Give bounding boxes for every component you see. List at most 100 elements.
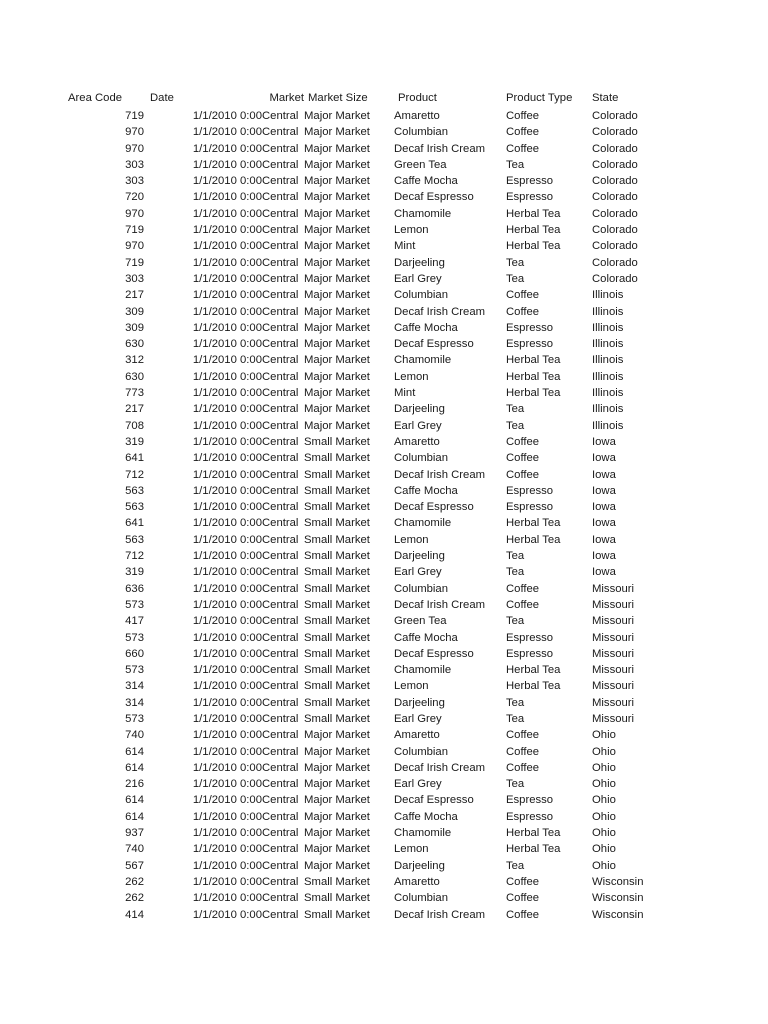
cell-date: 1/1/2010 0:00 (192, 598, 262, 611)
cell-market: Central (262, 501, 299, 514)
cell-product: Columbian (394, 126, 449, 139)
cell-state: Colorado (592, 142, 638, 155)
cell-area-code: 740 (125, 729, 144, 742)
cell-product-type: Herbal Tea (506, 827, 561, 840)
cell-product: Mint (394, 387, 416, 400)
cell-market-size: Major Market (304, 745, 370, 758)
cell-state: Ohio (592, 859, 616, 872)
cell-area-code: 641 (125, 517, 144, 530)
cell-product: Decaf Espresso (394, 191, 474, 204)
cell-date: 1/1/2010 0:00 (192, 175, 262, 188)
table-row: 303 1/1/2010 0:00 Central Major Market Earl … (68, 271, 672, 287)
cell-area-code: 217 (125, 289, 144, 302)
cell-area-code: 573 (125, 598, 144, 611)
cell-state: Ohio (592, 810, 616, 823)
cell-state: Iowa (592, 435, 616, 448)
cell-state: Illinois (592, 419, 624, 432)
cell-market-size: Major Market (304, 289, 370, 302)
cell-date: 1/1/2010 0:00 (192, 321, 262, 334)
table-row: 720 1/1/2010 0:00 Central Major Market Decaf… (68, 189, 672, 205)
cell-state: Ohio (592, 843, 616, 856)
table-row: 773 1/1/2010 0:00 Central Major Market Mint H… (68, 385, 672, 401)
table-row: 573 1/1/2010 0:00 Central Small Market Caffe… (68, 630, 672, 646)
cell-product: Lemon (394, 224, 429, 237)
cell-market: Central (262, 582, 299, 595)
cell-state: Missouri (592, 631, 635, 644)
table-row: 641 1/1/2010 0:00 Central Small Market Colum… (68, 450, 672, 466)
cell-product: Columbian (394, 582, 449, 595)
cell-date: 1/1/2010 0:00 (192, 631, 262, 644)
column-header-area-code: Area Code (68, 92, 123, 104)
cell-market: Central (262, 224, 299, 237)
cell-product: Lemon (394, 680, 429, 693)
cell-product-type: Espresso (506, 338, 554, 351)
cell-market: Central (262, 158, 299, 171)
cell-area-code: 414 (125, 908, 144, 921)
cell-area-code: 303 (125, 272, 144, 285)
cell-product-type: Coffee (506, 729, 540, 742)
table-row: 970 1/1/2010 0:00 Central Major Market Decaf… (68, 141, 672, 157)
cell-market-size: Major Market (304, 224, 370, 237)
cell-market: Central (262, 550, 299, 563)
cell-market-size: Major Market (304, 191, 370, 204)
cell-market-size: Small Market (304, 582, 370, 595)
table-row: 641 1/1/2010 0:00 Central Small Market Chamo… (68, 515, 672, 531)
cell-market: Central (262, 761, 299, 774)
cell-market: Central (262, 647, 299, 660)
cell-product: Earl Grey (394, 566, 442, 579)
table-row: 970 1/1/2010 0:00 Central Major Market Mint H… (68, 238, 672, 254)
cell-area-code: 563 (125, 501, 144, 514)
table-row: 712 1/1/2010 0:00 Central Small Market Decaf… (68, 467, 672, 483)
cell-product: Decaf Irish Cream (394, 908, 486, 921)
cell-market-size: Major Market (304, 142, 370, 155)
cell-date: 1/1/2010 0:00 (192, 778, 262, 791)
cell-market-size: Small Market (304, 892, 370, 905)
column-header-product-type: Product Type (506, 92, 573, 104)
cell-market-size: Major Market (304, 403, 370, 416)
cell-state: Ohio (592, 761, 616, 774)
cell-product: Mint (394, 240, 416, 253)
cell-state: Illinois (592, 387, 624, 400)
cell-area-code: 573 (125, 712, 144, 725)
cell-date: 1/1/2010 0:00 (192, 761, 262, 774)
cell-state: Illinois (592, 305, 624, 318)
cell-market: Central (262, 712, 299, 725)
cell-market-size: Small Market (304, 484, 370, 497)
cell-date: 1/1/2010 0:00 (192, 484, 262, 497)
cell-product: Earl Grey (394, 712, 442, 725)
cell-product-type: Tea (506, 550, 525, 563)
cell-state: Ohio (592, 794, 616, 807)
cell-area-code: 712 (125, 550, 144, 563)
table-row: 262 1/1/2010 0:00 Central Small Market Colum… (68, 890, 672, 906)
cell-area-code: 303 (125, 175, 144, 188)
cell-area-code: 573 (125, 664, 144, 677)
cell-market-size: Small Market (304, 875, 370, 888)
cell-product-type: Coffee (506, 305, 540, 318)
cell-product: Decaf Espresso (394, 647, 474, 660)
cell-area-code: 567 (125, 859, 144, 872)
table-row: 217 1/1/2010 0:00 Central Major Market Darje… (68, 401, 672, 417)
cell-date: 1/1/2010 0:00 (192, 664, 262, 677)
cell-date: 1/1/2010 0:00 (192, 533, 262, 546)
table-row: 636 1/1/2010 0:00 Central Small Market Colum… (68, 581, 672, 597)
cell-state: Illinois (592, 370, 624, 383)
cell-product: Lemon (394, 843, 429, 856)
cell-state: Colorado (592, 272, 638, 285)
cell-product-type: Coffee (506, 110, 540, 122)
cell-state: Colorado (592, 191, 638, 204)
table-row: 303 1/1/2010 0:00 Central Major Market Green… (68, 157, 672, 173)
cell-area-code: 614 (125, 761, 144, 774)
cell-market-size: Small Market (304, 908, 370, 921)
cell-state: Wisconsin (592, 908, 644, 921)
cell-state: Missouri (592, 647, 635, 660)
cell-market: Central (262, 484, 299, 497)
cell-product: Darjeeling (394, 859, 445, 872)
cell-market-size: Major Market (304, 370, 370, 383)
table-row: 314 1/1/2010 0:00 Central Small Market Darje… (68, 695, 672, 711)
cell-market: Central (262, 566, 299, 579)
cell-market: Central (262, 664, 299, 677)
cell-product-type: Tea (506, 615, 525, 628)
cell-product: Chamomile (394, 354, 452, 367)
cell-state: Missouri (592, 615, 635, 628)
table-row: 309 1/1/2010 0:00 Central Major Market Caffe… (68, 320, 672, 336)
